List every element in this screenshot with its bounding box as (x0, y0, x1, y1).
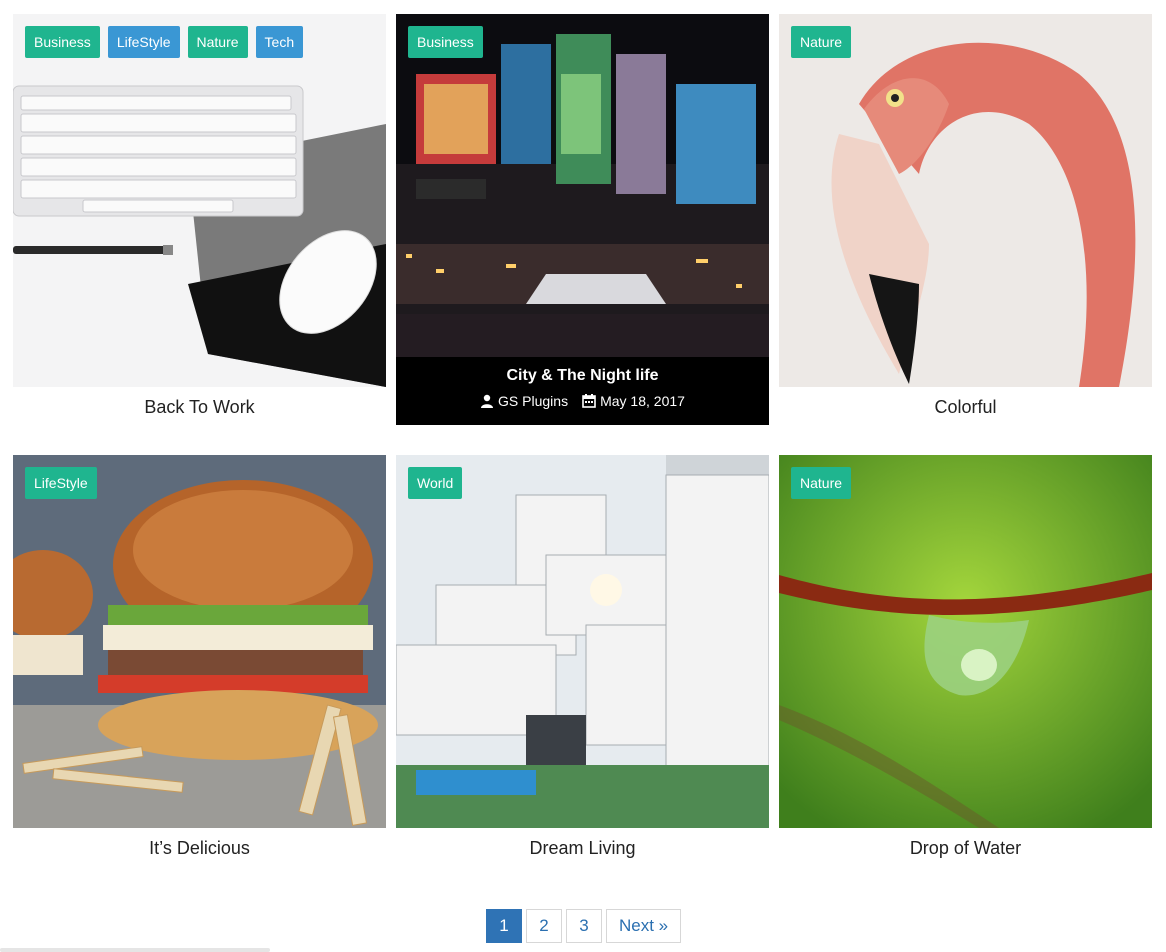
burger-image (13, 455, 386, 828)
tag-list: Business LifeStyle Nature Tech (25, 26, 304, 58)
post-thumbnail[interactable]: LifeStyle (13, 455, 386, 828)
post-title[interactable]: Drop of Water (779, 838, 1152, 859)
tag-nature[interactable]: Nature (791, 467, 852, 499)
calendar-icon (582, 393, 596, 411)
tag-world[interactable]: World (408, 467, 463, 499)
user-icon (480, 394, 494, 411)
post-card: LifeStyle It’s Delicious (13, 455, 386, 859)
post-title[interactable]: Dream Living (396, 838, 769, 859)
tag-list: Nature (791, 26, 852, 58)
tag-nature[interactable]: Nature (791, 26, 852, 58)
post-author[interactable]: GS Plugins (480, 393, 568, 411)
post-thumbnail[interactable]: Nature (779, 455, 1152, 828)
post-title[interactable]: Colorful (779, 397, 1152, 418)
horizontal-scrollbar[interactable] (0, 948, 270, 952)
post-card: Nature Colorful (779, 14, 1152, 418)
post-thumbnail[interactable]: Nature (779, 14, 1152, 387)
keyboard-image (13, 14, 386, 387)
tag-business[interactable]: Business (408, 26, 483, 58)
building-image (396, 455, 769, 828)
tag-lifestyle[interactable]: LifeStyle (25, 467, 97, 499)
post-title[interactable]: It’s Delicious (13, 838, 386, 859)
pagination: 1 2 3 Next » (486, 909, 682, 943)
post-title[interactable]: Back To Work (13, 397, 386, 418)
tag-business[interactable]: Business (25, 26, 100, 58)
post-thumbnail[interactable]: Business City & The Night life GS Plugin… (396, 14, 769, 425)
post-thumbnail[interactable]: Business LifeStyle Nature Tech (13, 14, 386, 387)
post-thumbnail[interactable]: World (396, 455, 769, 828)
tag-list: Business (408, 26, 483, 58)
tag-list: World (408, 467, 463, 499)
water-drop-image (779, 455, 1152, 828)
next-page-button[interactable]: Next » (606, 909, 682, 943)
post-card: World Dream Living (396, 455, 769, 859)
author-name: GS Plugins (498, 393, 569, 409)
page-1-button[interactable]: 1 (486, 909, 522, 943)
post-card: Business LifeStyle Nature Tech Back To W… (13, 14, 386, 418)
post-date: May 18, 2017 (582, 393, 685, 411)
tag-nature[interactable]: Nature (187, 26, 248, 58)
post-caption-overlay: City & The Night life GS Plugins May 18,… (396, 357, 769, 425)
tag-tech[interactable]: Tech (255, 26, 304, 58)
post-meta: GS Plugins May 18, 2017 (396, 393, 769, 411)
tag-list: Nature (791, 467, 852, 499)
page-3-button[interactable]: 3 (566, 909, 602, 943)
post-card-featured: Business City & The Night life GS Plugin… (396, 14, 769, 425)
city-night-image (396, 14, 769, 357)
tag-lifestyle[interactable]: LifeStyle (107, 26, 180, 58)
page-2-button[interactable]: 2 (526, 909, 562, 943)
post-card: Nature Drop of Water (779, 455, 1152, 859)
date-text: May 18, 2017 (600, 393, 685, 409)
flamingo-image (779, 14, 1152, 387)
tag-list: LifeStyle (25, 467, 97, 499)
post-title[interactable]: City & The Night life (396, 367, 769, 385)
